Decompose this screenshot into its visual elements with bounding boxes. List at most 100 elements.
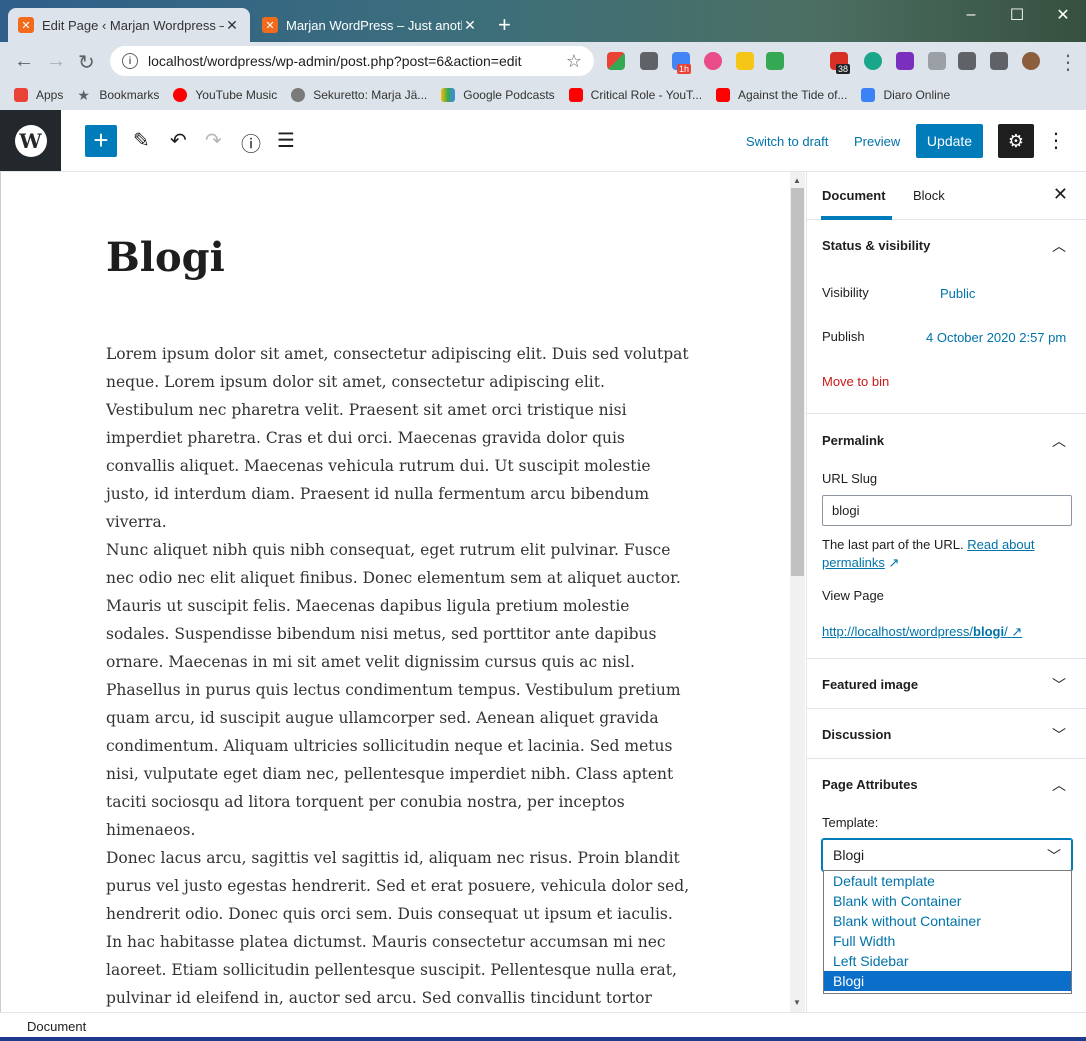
url-slug: blogi — [973, 624, 1005, 639]
tab-block[interactable]: Block — [913, 188, 945, 203]
breadcrumb[interactable]: Document — [27, 1019, 86, 1034]
permalink-help: The last part of the URL. Read about per… — [822, 536, 1072, 572]
switch-to-draft-button[interactable]: Switch to draft — [746, 134, 828, 149]
featured-image-title[interactable]: Featured image — [822, 677, 918, 692]
paragraph-block[interactable]: Lorem ipsum dolor sit amet, consectetur … — [106, 340, 691, 536]
menu-icon[interactable]: ⋮ — [1058, 50, 1078, 75]
tab-site[interactable]: ✕ Marjan WordPress – Just another ✕ — [252, 8, 488, 42]
bookmark-label: Google Podcasts — [463, 88, 555, 102]
template-option[interactable]: Blank without Container — [824, 911, 1071, 931]
template-option[interactable]: Blank with Container — [824, 891, 1071, 911]
shield-icon[interactable] — [928, 52, 946, 70]
bookmark-label: YouTube Music — [195, 88, 278, 102]
globe-icon — [291, 88, 306, 102]
settings-gear-icon[interactable]: ⚙ — [998, 124, 1034, 158]
media-queue-icon[interactable] — [990, 52, 1008, 70]
editor-scrollbar[interactable]: ▲ ▼ — [790, 172, 805, 1012]
keep-icon[interactable] — [640, 52, 658, 70]
external-link-icon: ↗ — [888, 555, 900, 570]
paragraph-block[interactable]: Donec lacus arcu, sagittis vel sagittis … — [106, 844, 691, 1012]
extension-icon[interactable] — [607, 52, 625, 70]
close-tab-icon[interactable]: ✕ — [462, 17, 478, 34]
url-prefix: http://localhost/wordpress/ — [822, 624, 974, 639]
publish-date-value[interactable]: 4 October 2020 2:57 pm — [926, 330, 1066, 345]
move-to-bin-link[interactable]: Move to bin — [822, 374, 889, 389]
star-icon: ★ — [77, 87, 90, 103]
template-option[interactable]: Default template — [824, 871, 1071, 891]
template-select[interactable]: Blogi ﹀ — [822, 839, 1072, 871]
bookmark-against-the-tide[interactable]: Against the Tide of... — [716, 88, 847, 102]
youtube-music-icon — [173, 88, 188, 102]
onenote-icon[interactable] — [896, 52, 914, 70]
tab-edit-page[interactable]: ✕ Edit Page ‹ Marjan Wordpress — ✕ — [8, 8, 250, 42]
bookmark-apps[interactable]: Apps — [14, 88, 63, 102]
help-text: The last part of the URL. — [822, 537, 964, 552]
preview-button[interactable]: Preview — [854, 134, 900, 149]
bookmark-label: Diaro Online — [883, 88, 951, 102]
template-label: Template: — [822, 815, 879, 830]
scroll-up-icon[interactable]: ▲ — [793, 176, 801, 185]
url-slug-input[interactable]: blogi — [822, 495, 1072, 526]
puzzle-icon[interactable] — [958, 52, 976, 70]
bookmark-google-podcasts[interactable]: Google Podcasts — [441, 88, 555, 102]
podcasts-icon — [441, 88, 456, 102]
youtube-icon — [568, 88, 583, 102]
page-attributes-title[interactable]: Page Attributes — [822, 777, 918, 792]
update-button[interactable]: Update — [916, 124, 983, 158]
external-link-icon: ↗ — [1011, 624, 1023, 639]
info-circle-icon[interactable]: ⓘ — [241, 128, 261, 157]
check-extension-icon[interactable] — [766, 52, 784, 70]
bookmark-diaro[interactable]: Diaro Online — [861, 88, 950, 102]
redo-icon[interactable]: ↷ — [205, 128, 222, 153]
back-icon[interactable]: ← — [14, 50, 34, 73]
more-options-icon[interactable]: ⋮ — [1046, 128, 1066, 153]
edit-pencil-icon[interactable]: ✎ — [133, 128, 150, 153]
chevron-down-icon[interactable]: ﹀ — [1052, 675, 1066, 695]
outline-list-icon[interactable]: ☰ — [277, 128, 295, 153]
wordpress-logo-icon[interactable]: W — [0, 110, 61, 171]
minimize-icon[interactable]: – — [948, 0, 994, 30]
undo-icon[interactable]: ↶ — [170, 128, 187, 153]
template-option[interactable]: Full Width — [824, 931, 1071, 951]
forward-icon[interactable]: → — [46, 50, 66, 73]
close-tab-icon[interactable]: ✕ — [224, 17, 240, 34]
tab-document[interactable]: Document — [821, 188, 892, 220]
paragraph-block[interactable]: Nunc aliquet nibh quis nibh consequat, e… — [106, 536, 691, 844]
template-dropdown-list: Default template Blank with Container Bl… — [823, 870, 1072, 994]
post-title[interactable]: Blogi — [106, 234, 225, 281]
settings-sidebar: Document Block ✕ Status & visibility ︿ V… — [806, 172, 1086, 1012]
bookmark-bookmarks[interactable]: ★ Bookmarks — [77, 88, 159, 102]
discussion-title[interactable]: Discussion — [822, 727, 891, 742]
status-visibility-title[interactable]: Status & visibility — [822, 238, 930, 253]
chevron-down-icon[interactable]: ﹀ — [1052, 725, 1066, 745]
extension-icon[interactable] — [704, 52, 722, 70]
reload-icon[interactable]: ↻ — [78, 50, 95, 75]
xampp-icon: ✕ — [262, 17, 278, 33]
maximize-icon[interactable]: ☐ — [994, 0, 1040, 30]
close-window-icon[interactable]: ✕ — [1040, 0, 1086, 30]
bookmark-star-icon[interactable]: ☆ — [566, 51, 582, 72]
template-option-selected[interactable]: Blogi — [824, 971, 1071, 991]
bookmark-critical-role[interactable]: Critical Role - YouT... — [568, 88, 702, 102]
scroll-down-icon[interactable]: ▼ — [793, 998, 801, 1007]
permalink-url-link[interactable]: http://localhost/wordpress/blogi/ ↗ — [822, 624, 1022, 640]
permalink-title[interactable]: Permalink — [822, 433, 884, 448]
chevron-up-icon[interactable]: ︿ — [1052, 431, 1066, 451]
extension-icon[interactable] — [736, 52, 754, 70]
add-block-button[interactable]: + — [85, 125, 117, 157]
divider — [807, 658, 1086, 659]
address-bar[interactable]: i localhost/wordpress/wp-admin/post.php?… — [110, 46, 594, 76]
avatar[interactable] — [1022, 52, 1040, 70]
template-option[interactable]: Left Sidebar — [824, 951, 1071, 971]
visibility-value[interactable]: Public — [940, 286, 975, 301]
new-tab-icon[interactable]: + — [498, 12, 511, 38]
bookmark-sekuretto[interactable]: Sekuretto: Marja Jä... — [291, 88, 427, 102]
info-icon[interactable]: i — [122, 53, 138, 69]
editor-canvas: Blogi Lorem ipsum dolor sit amet, consec… — [0, 172, 790, 1012]
scrollbar-thumb[interactable] — [791, 188, 804, 576]
bookmark-youtube-music[interactable]: YouTube Music — [173, 88, 277, 102]
close-icon[interactable]: ✕ — [1053, 184, 1068, 205]
extension-icon[interactable] — [864, 52, 882, 70]
chevron-up-icon[interactable]: ︿ — [1052, 236, 1066, 256]
chevron-up-icon[interactable]: ︿ — [1052, 775, 1066, 795]
